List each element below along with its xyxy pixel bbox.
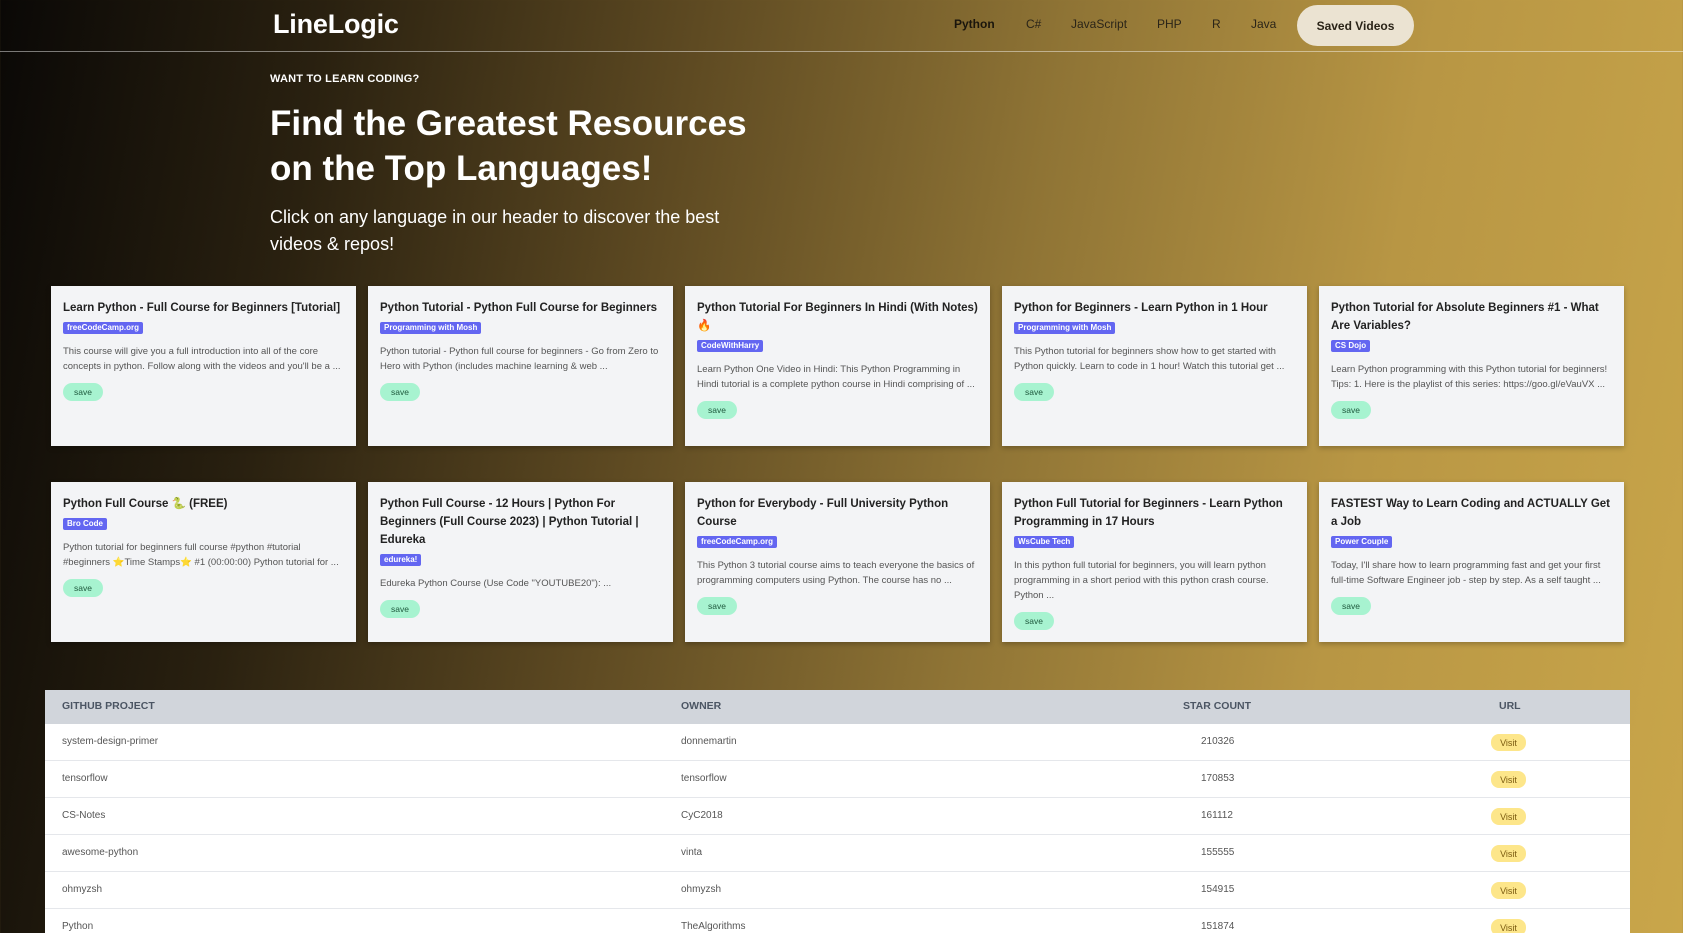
save-button[interactable]: save — [697, 597, 737, 615]
channel-badge: WsCube Tech — [1014, 536, 1075, 548]
project-name: system-design-primer — [62, 736, 159, 747]
project-name: Python — [62, 921, 94, 932]
video-card[interactable]: Python for Everybody - Full University P… — [685, 482, 990, 642]
channel-badge: Bro Code — [63, 518, 107, 530]
star-count: 155555 — [1201, 847, 1235, 858]
save-button[interactable]: save — [63, 383, 103, 401]
brand-logo[interactable]: LineLogic — [273, 9, 399, 40]
owner-name: vinta — [681, 847, 703, 858]
star-count: 151874 — [1201, 921, 1235, 932]
owner-name: CyC2018 — [681, 810, 723, 821]
table-row: ohmyzsh ohmyzsh 154915 Visit — [45, 872, 1630, 909]
channel-badge: Power Couple — [1331, 536, 1393, 548]
star-count: 210326 — [1201, 736, 1235, 747]
video-card[interactable]: Python for Beginners - Learn Python in 1… — [1002, 286, 1307, 446]
video-description: Learn Python programming with this Pytho… — [1331, 364, 1608, 390]
video-description: This course will give you a full introdu… — [63, 346, 341, 372]
nav-link-python[interactable]: Python — [954, 17, 995, 31]
video-description: This Python 3 tutorial course aims to te… — [697, 560, 975, 586]
video-description: Edureka Python Course (Use Code "YOUTUBE… — [380, 578, 612, 589]
video-card[interactable]: FASTEST Way to Learn Coding and ACTUALLY… — [1319, 482, 1624, 642]
video-title: Python for Beginners - Learn Python in 1… — [1014, 302, 1268, 314]
github-repos-table: GITHUB PROJECT OWNER STAR COUNT URL syst… — [45, 690, 1630, 933]
owner-name: tensorflow — [681, 773, 727, 784]
video-title: Python for Everybody - Full University P… — [697, 498, 949, 528]
visit-button[interactable]: Visit — [1491, 919, 1526, 933]
channel-badge: Programming with Mosh — [380, 322, 482, 334]
nav-link-r[interactable]: R — [1212, 17, 1221, 31]
star-count: 154915 — [1201, 884, 1235, 895]
table-row: awesome-python vinta 155555 Visit — [45, 835, 1630, 872]
video-card[interactable]: Python Tutorial For Beginners In Hindi (… — [685, 286, 990, 446]
video-card[interactable]: Python Tutorial for Absolute Beginners #… — [1319, 286, 1624, 446]
channel-badge: CS Dojo — [1331, 340, 1371, 352]
project-name: CS-Notes — [62, 810, 106, 821]
table-row: system-design-primer donnemartin 210326 … — [45, 724, 1630, 761]
hero-subtitle: Click on any language in our header to d… — [270, 207, 720, 254]
column-header-project: GITHUB PROJECT — [62, 700, 155, 712]
top-navbar: LineLogic Python C# JavaScript PHP R Jav… — [0, 0, 1683, 52]
video-title: Python Tutorial for Absolute Beginners #… — [1331, 302, 1599, 332]
table-row: Python TheAlgorithms 151874 Visit — [45, 909, 1630, 933]
video-title: Python Full Course - 12 Hours | Python F… — [380, 498, 639, 546]
hero-title: Find the Greatest Resources on the Top L… — [270, 104, 747, 188]
project-name: tensorflow — [62, 773, 108, 784]
channel-badge: Programming with Mosh — [1014, 322, 1116, 334]
video-description: This Python tutorial for beginners show … — [1014, 346, 1285, 372]
nav-link-javascript[interactable]: JavaScript — [1071, 17, 1127, 31]
video-title: Python Full Course 🐍 (FREE) — [63, 498, 228, 510]
save-button[interactable]: save — [1331, 597, 1371, 615]
saved-videos-button[interactable]: Saved Videos — [1297, 5, 1414, 46]
channel-badge: freeCodeCamp.org — [63, 322, 144, 334]
hero-eyebrow: WANT TO LEARN CODING? — [270, 73, 420, 85]
nav-link-csharp[interactable]: C# — [1026, 17, 1041, 31]
visit-button[interactable]: Visit — [1491, 882, 1526, 899]
video-card[interactable]: Python Full Tutorial for Beginners - Lea… — [1002, 482, 1307, 642]
video-description: Python tutorial for beginners full cours… — [63, 542, 339, 568]
save-button[interactable]: save — [380, 600, 420, 618]
owner-name: TheAlgorithms — [681, 921, 746, 932]
video-description: Python tutorial - Python full course for… — [380, 346, 659, 372]
column-header-stars: STAR COUNT — [1183, 700, 1252, 712]
save-button[interactable]: save — [63, 579, 103, 597]
video-title: Python Tutorial - Python Full Course for… — [380, 302, 658, 314]
star-count: 161112 — [1201, 810, 1233, 821]
channel-badge: edureka! — [380, 554, 422, 566]
save-button[interactable]: save — [1014, 383, 1054, 401]
video-title: Learn Python - Full Course for Beginners… — [63, 302, 341, 314]
owner-name: donnemartin — [681, 736, 737, 747]
nav-link-java[interactable]: Java — [1251, 17, 1276, 31]
save-button[interactable]: save — [380, 383, 420, 401]
nav-link-php[interactable]: PHP — [1157, 17, 1182, 31]
video-title: Python Tutorial For Beginners In Hindi (… — [697, 302, 978, 332]
table-header: GITHUB PROJECT OWNER STAR COUNT URL — [45, 690, 1630, 724]
visit-button[interactable]: Visit — [1491, 808, 1526, 825]
video-card[interactable]: Learn Python - Full Course for Beginners… — [51, 286, 356, 446]
table-row: CS-Notes CyC2018 161112 Visit — [45, 798, 1630, 835]
video-card[interactable]: Python Full Course - 12 Hours | Python F… — [368, 482, 673, 642]
video-card[interactable]: Python Full Course 🐍 (FREE) Bro Code Pyt… — [51, 482, 356, 642]
project-name: ohmyzsh — [62, 884, 103, 895]
table-row: tensorflow tensorflow 170853 Visit — [45, 761, 1630, 798]
save-button[interactable]: save — [697, 401, 737, 419]
owner-name: ohmyzsh — [681, 884, 722, 895]
column-header-owner: OWNER — [681, 700, 722, 712]
video-description: Learn Python One Video in Hindi: This Py… — [697, 364, 975, 390]
project-name: awesome-python — [62, 847, 139, 858]
save-button[interactable]: save — [1331, 401, 1371, 419]
save-button[interactable]: save — [1014, 612, 1054, 630]
column-header-url: URL — [1499, 700, 1521, 712]
video-title: Python Full Tutorial for Beginners - Lea… — [1014, 498, 1283, 528]
channel-badge: CodeWithHarry — [697, 340, 764, 352]
visit-button[interactable]: Visit — [1491, 845, 1526, 862]
video-card[interactable]: Python Tutorial - Python Full Course for… — [368, 286, 673, 446]
visit-button[interactable]: Visit — [1491, 771, 1526, 788]
channel-badge: freeCodeCamp.org — [697, 536, 778, 548]
visit-button[interactable]: Visit — [1491, 734, 1526, 751]
star-count: 170853 — [1201, 773, 1235, 784]
video-description: Today, I'll share how to learn programmi… — [1331, 560, 1601, 586]
video-description: In this python full tutorial for beginne… — [1014, 560, 1269, 601]
video-title: FASTEST Way to Learn Coding and ACTUALLY… — [1331, 498, 1610, 528]
